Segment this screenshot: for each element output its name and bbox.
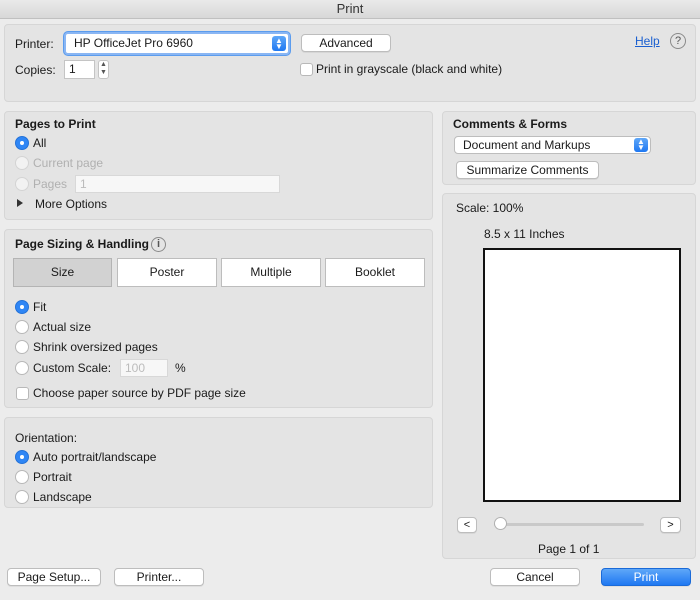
radio-auto-orientation[interactable] — [15, 450, 29, 464]
chevron-updown-icon: ▲ ▼ — [634, 138, 648, 152]
page-setup-button[interactable]: Page Setup... — [7, 568, 101, 586]
radio-landscape[interactable] — [15, 490, 29, 504]
radio-fit[interactable] — [15, 300, 29, 314]
custom-scale-field[interactable]: 100 — [120, 359, 168, 377]
page-sizing-heading: Page Sizing & Handling — [15, 237, 150, 251]
comments-forms-select-value: Document and Markups — [463, 138, 591, 152]
tab-poster[interactable]: Poster — [117, 258, 217, 287]
orientation-heading: Orientation: — [15, 431, 78, 445]
window-title: Print — [0, 0, 700, 19]
printer-select-value: HP OfficeJet Pro 6960 — [74, 36, 193, 50]
info-icon[interactable]: i — [151, 237, 166, 252]
next-page-button[interactable]: > — [660, 517, 681, 533]
printer-select[interactable]: HP OfficeJet Pro 6960 ▲ ▼ — [64, 32, 290, 55]
print-button[interactable]: Print — [601, 568, 691, 586]
copies-field[interactable]: 1 — [64, 60, 95, 79]
paper-source-checkbox[interactable] — [16, 387, 29, 400]
tab-size[interactable]: Size — [13, 258, 112, 287]
radio-all-label: All — [33, 136, 47, 150]
grayscale-checkbox[interactable] — [300, 63, 313, 76]
chevron-updown-icon: ▲ ▼ — [272, 36, 286, 51]
radio-custom-scale[interactable] — [15, 361, 29, 375]
page-slider-thumb[interactable] — [494, 517, 507, 530]
preview-paper-size: 8.5 x 11 Inches — [484, 227, 565, 241]
radio-custom-scale-label: Custom Scale: — [33, 361, 112, 375]
printer-label: Printer: — [15, 37, 54, 51]
radio-auto-orientation-label: Auto portrait/landscape — [33, 450, 157, 464]
help-link[interactable]: Help — [635, 34, 660, 48]
radio-shrink-label: Shrink oversized pages — [33, 340, 158, 354]
radio-actual-size-label: Actual size — [33, 320, 92, 334]
preview-scale-label: Scale: 100% — [456, 201, 524, 215]
radio-landscape-label: Landscape — [33, 490, 92, 504]
page-slider-track[interactable] — [494, 523, 644, 526]
comments-forms-heading: Comments & Forms — [453, 117, 568, 131]
copies-label: Copies: — [15, 63, 56, 77]
radio-pages-label: Pages — [33, 177, 68, 191]
radio-current-page-label: Current page — [33, 156, 104, 170]
summarize-comments-button[interactable]: Summarize Comments — [456, 161, 599, 179]
grayscale-label: Print in grayscale (black and white) — [316, 62, 503, 76]
pages-to-print-heading: Pages to Print — [15, 117, 96, 131]
comments-forms-select[interactable]: Document and Markups ▲ ▼ — [454, 136, 651, 154]
page-sizing-panel — [4, 229, 433, 408]
radio-fit-label: Fit — [33, 300, 47, 314]
page-preview — [483, 248, 681, 502]
radio-actual-size[interactable] — [15, 320, 29, 334]
pages-range-field[interactable]: 1 — [75, 175, 280, 193]
radio-current-page[interactable] — [15, 156, 29, 170]
help-icon[interactable]: ? — [670, 33, 686, 49]
copies-stepper[interactable]: ▲ ▼ — [98, 60, 109, 79]
radio-shrink[interactable] — [15, 340, 29, 354]
printer-button[interactable]: Printer... — [114, 568, 204, 586]
more-options-label[interactable]: More Options — [35, 197, 107, 211]
tab-booklet[interactable]: Booklet — [325, 258, 425, 287]
radio-portrait-label: Portrait — [33, 470, 72, 484]
disclosure-triangle-icon[interactable] — [17, 199, 23, 207]
tab-multiple[interactable]: Multiple — [221, 258, 321, 287]
radio-all[interactable] — [15, 136, 29, 150]
radio-portrait[interactable] — [15, 470, 29, 484]
page-indicator: Page 1 of 1 — [538, 542, 600, 556]
paper-source-label: Choose paper source by PDF page size — [33, 386, 246, 400]
radio-pages[interactable] — [15, 177, 29, 191]
percent-label: % — [175, 361, 186, 375]
prev-page-button[interactable]: < — [457, 517, 477, 533]
advanced-button[interactable]: Advanced — [301, 34, 391, 52]
cancel-button[interactable]: Cancel — [490, 568, 580, 586]
